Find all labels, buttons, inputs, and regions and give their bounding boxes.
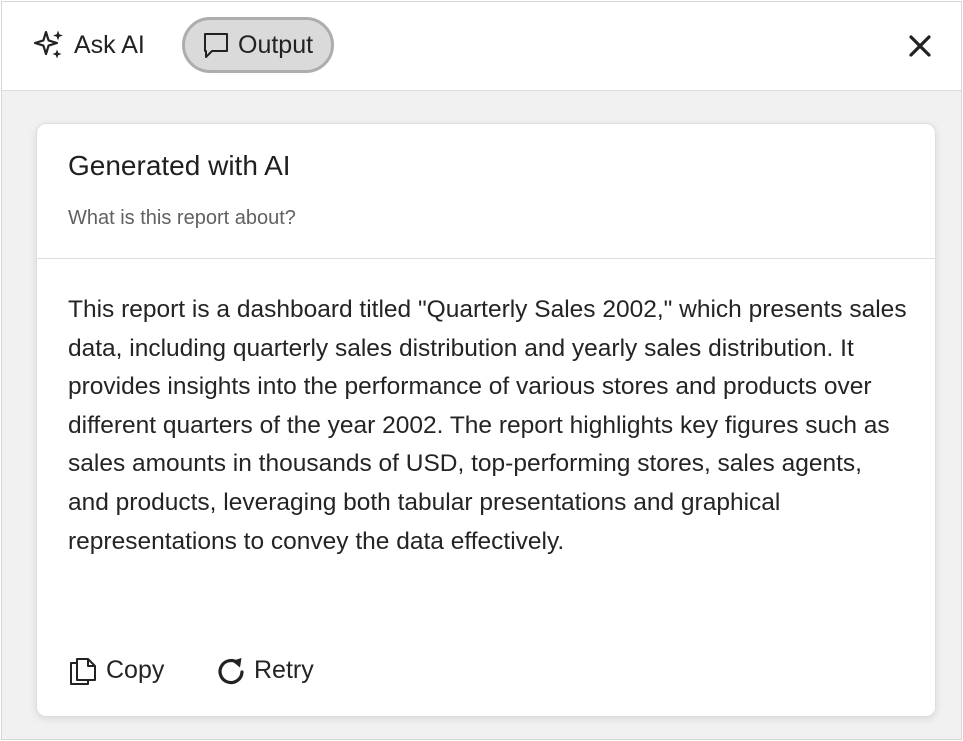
ai-answer-text: This report is a dashboard titled "Quart… xyxy=(68,296,907,555)
tab-ask-ai-label: Ask AI xyxy=(74,30,145,59)
copy-icon xyxy=(70,658,96,685)
close-icon xyxy=(909,35,931,57)
close-button[interactable] xyxy=(907,33,933,59)
panel-header: Ask AI Output xyxy=(2,2,961,91)
card-divider xyxy=(37,258,935,259)
retry-icon xyxy=(218,658,244,685)
ai-panel: Ask AI Output Generated with AI What is … xyxy=(1,1,962,740)
ai-output-card: Generated with AI What is this report ab… xyxy=(36,123,936,717)
tab-ask-ai[interactable]: Ask AI xyxy=(32,25,145,65)
copy-label: Copy xyxy=(106,655,165,684)
card-title: Generated with AI xyxy=(68,150,291,181)
copy-button[interactable]: Copy xyxy=(68,654,164,686)
tab-output-label: Output xyxy=(238,30,314,59)
retry-button[interactable]: Retry xyxy=(216,654,314,686)
sparkle-icon xyxy=(33,30,63,59)
retry-label: Retry xyxy=(254,655,314,684)
prompt-question: What is this report about? xyxy=(68,207,296,229)
chat-bubble-icon xyxy=(204,33,228,58)
tab-output[interactable]: Output xyxy=(182,17,334,73)
